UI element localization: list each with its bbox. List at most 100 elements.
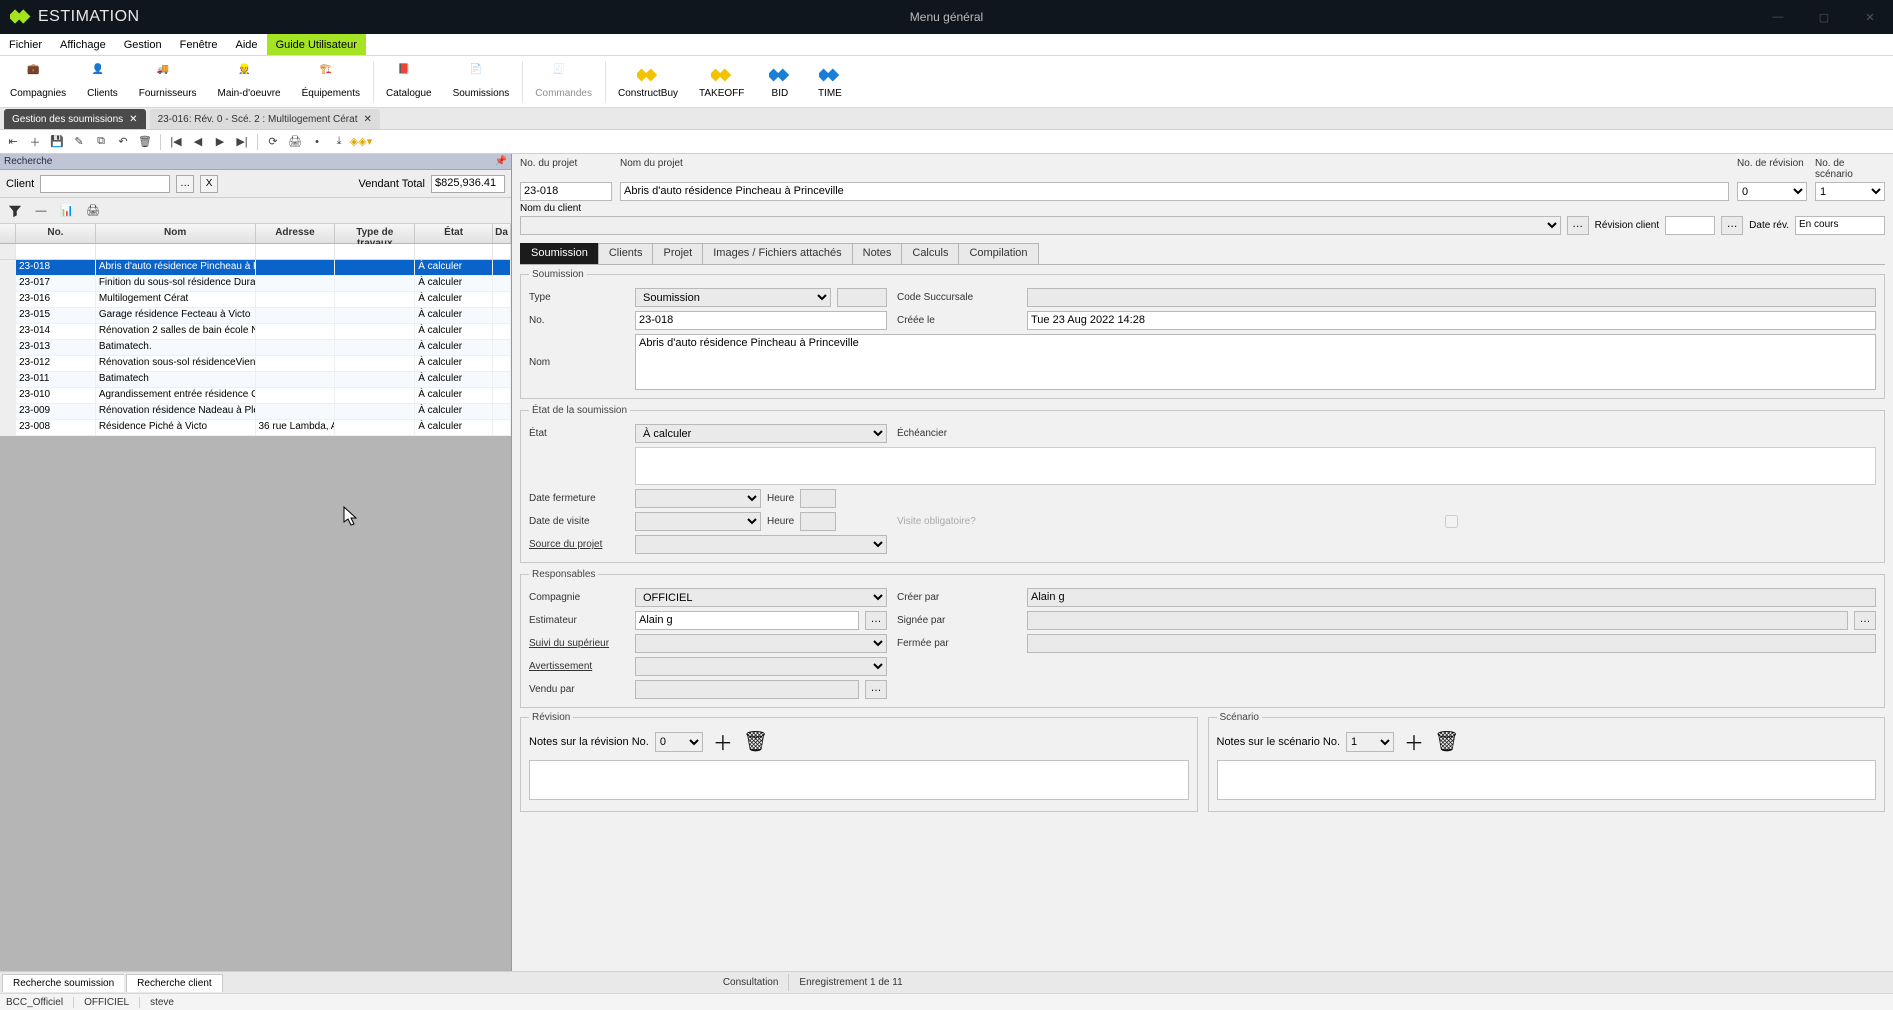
table-row[interactable]: 23-011BatimatechÀ calculer [0,372,511,388]
source-projet-link[interactable]: Source du projet [529,539,625,550]
vendu-lookup[interactable]: … [865,680,887,699]
suivi-select[interactable] [635,634,887,653]
refresh-icon[interactable]: ⟳ [264,133,282,151]
tab-calculs[interactable]: Calculs [901,243,959,264]
table-row[interactable]: 23-008Résidence Piché à Victo36 rue Lamb… [0,420,511,436]
heure-fermeture-value[interactable] [800,489,836,508]
echeancier-textarea[interactable] [635,447,1876,485]
delete-icon[interactable]: 🗑 [1434,729,1459,754]
avertissement-select[interactable] [635,657,887,676]
no-value[interactable]: 23-018 [635,311,887,330]
minimize-button[interactable]: — [1755,0,1801,34]
ribbon-time[interactable]: TIME [805,56,855,107]
suivi-superieur-link[interactable]: Suivi du supérieur [529,638,625,649]
date-visite-select[interactable] [635,512,761,531]
btab-recherche-soumission[interactable]: Recherche soumission [2,974,124,992]
estimateur-value[interactable]: Alain g [635,611,859,630]
date-fermeture-select[interactable] [635,489,761,508]
maximize-button[interactable]: ▢ [1801,0,1847,34]
col-etat[interactable]: État [415,224,493,243]
export-icon[interactable]: ⤓ [330,133,348,151]
prev-icon[interactable]: ◀ [189,133,207,151]
compagnie-select[interactable]: OFFICIEL [635,588,887,607]
no-revision-select[interactable]: 0 [1737,182,1807,201]
date-rev-value[interactable]: En cours [1795,216,1885,235]
revision-client-value[interactable] [1665,216,1715,235]
table-row[interactable]: 23-016Multilogement CératÀ calculer [0,292,511,308]
goto-icon[interactable]: • [308,133,326,151]
save-icon[interactable]: 💾 [48,133,66,151]
signee-lookup[interactable]: … [1854,611,1876,630]
next-icon[interactable]: ▶ [211,133,229,151]
doctab-gestion-soumissions[interactable]: Gestion des soumissions ✕ [4,109,146,129]
ribbon-equipements[interactable]: 🏗️ Équipements [292,56,371,107]
source-projet-select[interactable] [635,535,887,554]
menu-fenetre[interactable]: Fenêtre [171,34,227,55]
ribbon-fournisseurs[interactable]: 🚚 Fournisseurs [129,56,208,107]
menu-guide-utilisateur[interactable]: Guide Utilisateur [267,34,366,55]
pin-icon[interactable]: 📌 [495,156,507,167]
table-row[interactable]: 23-010Agrandissement entrée résidence Ga… [0,388,511,404]
col-da[interactable]: Da [493,224,511,243]
add-icon[interactable]: ＋ [1404,727,1424,756]
tab-compilation[interactable]: Compilation [958,243,1038,264]
ribbon-constructbuy[interactable]: ConstructBuy [608,56,689,107]
filter-icon[interactable] [6,202,24,220]
exit-icon[interactable]: ⇤ [4,133,22,151]
menu-gestion[interactable]: Gestion [115,34,171,55]
last-icon[interactable]: ▶| [233,133,251,151]
tab-notes[interactable]: Notes [852,243,903,264]
first-icon[interactable]: |◀ [167,133,185,151]
col-type[interactable]: Type de travaux [335,224,415,243]
copy-icon[interactable]: ⧉ [92,133,110,151]
undo-icon[interactable]: ↶ [114,133,132,151]
nom-client-select[interactable] [520,216,1561,235]
revision-client-lookup[interactable]: … [1721,216,1743,235]
scenario-no-select[interactable]: 1 [1346,732,1394,752]
link-icon[interactable]: ◈◈▾ [352,133,370,151]
close-button[interactable]: ✕ [1847,0,1893,34]
table-row[interactable]: 23-017Finition du sous-sol résidence Dur… [0,276,511,292]
table-row[interactable]: 23-015Garage résidence Fecteau à VictoÀ … [0,308,511,324]
ribbon-takeoff[interactable]: TAKEOFF [689,56,755,107]
no-scenario-select[interactable]: 1 [1815,182,1885,201]
ribbon-compagnies[interactable]: 💼 Compagnies [0,56,77,107]
table-row[interactable]: 23-013Batimatech.À calculer [0,340,511,356]
collapse-icon[interactable]: — [32,202,50,220]
table-row[interactable]: 23-014Rénovation 2 salles de bain école … [0,324,511,340]
print-icon[interactable]: 🖨 [84,202,102,220]
ribbon-main-doeuvre[interactable]: 👷 Main-d'oeuvre [208,56,292,107]
edit-icon[interactable]: ✎ [70,133,88,151]
heure-visite-value[interactable] [800,512,836,531]
tab-images[interactable]: Images / Fichiers attachés [702,243,852,264]
close-icon[interactable]: ✕ [129,114,137,125]
tab-clients[interactable]: Clients [598,243,654,264]
table-row[interactable]: 23-009Rénovation résidence Nadeau à Ples… [0,404,511,420]
menu-affichage[interactable]: Affichage [51,34,115,55]
btab-recherche-client[interactable]: Recherche client [126,974,222,992]
tab-projet[interactable]: Projet [652,243,703,264]
clear-button[interactable]: X [200,175,218,193]
tab-soumission[interactable]: Soumission [520,243,599,264]
revision-no-select[interactable]: 0 [655,732,703,752]
menu-aide[interactable]: Aide [227,34,267,55]
avertissement-link[interactable]: Avertissement [529,661,625,672]
chart-icon[interactable]: 📊 [58,202,76,220]
col-nom[interactable]: Nom [96,224,256,243]
ribbon-clients[interactable]: 👤 Clients [77,56,129,107]
delete-icon[interactable]: 🗑 [136,133,154,151]
ribbon-bid[interactable]: BID [755,56,805,107]
doctab-23-016[interactable]: 23-016: Rév. 0 - Scé. 2 : Multilogement … [150,109,380,129]
type-select[interactable]: Soumission [635,288,831,307]
add-icon[interactable]: ＋ [26,133,44,151]
no-projet-value[interactable]: 23-018 [520,182,612,201]
col-no[interactable]: No. [16,224,96,243]
table-row[interactable]: 23-018Abris d'auto résidence Pincheau à … [0,260,511,276]
nom-projet-value[interactable]: Abris d'auto résidence Pincheau à Prince… [620,182,1729,201]
revision-notes-textarea[interactable] [529,760,1189,800]
delete-icon[interactable]: 🗑 [743,729,768,754]
scenario-notes-textarea[interactable] [1217,760,1877,800]
nom-textarea[interactable] [635,334,1876,390]
client-lookup-button[interactable]: … [1567,216,1589,235]
estimateur-lookup[interactable]: … [865,611,887,630]
